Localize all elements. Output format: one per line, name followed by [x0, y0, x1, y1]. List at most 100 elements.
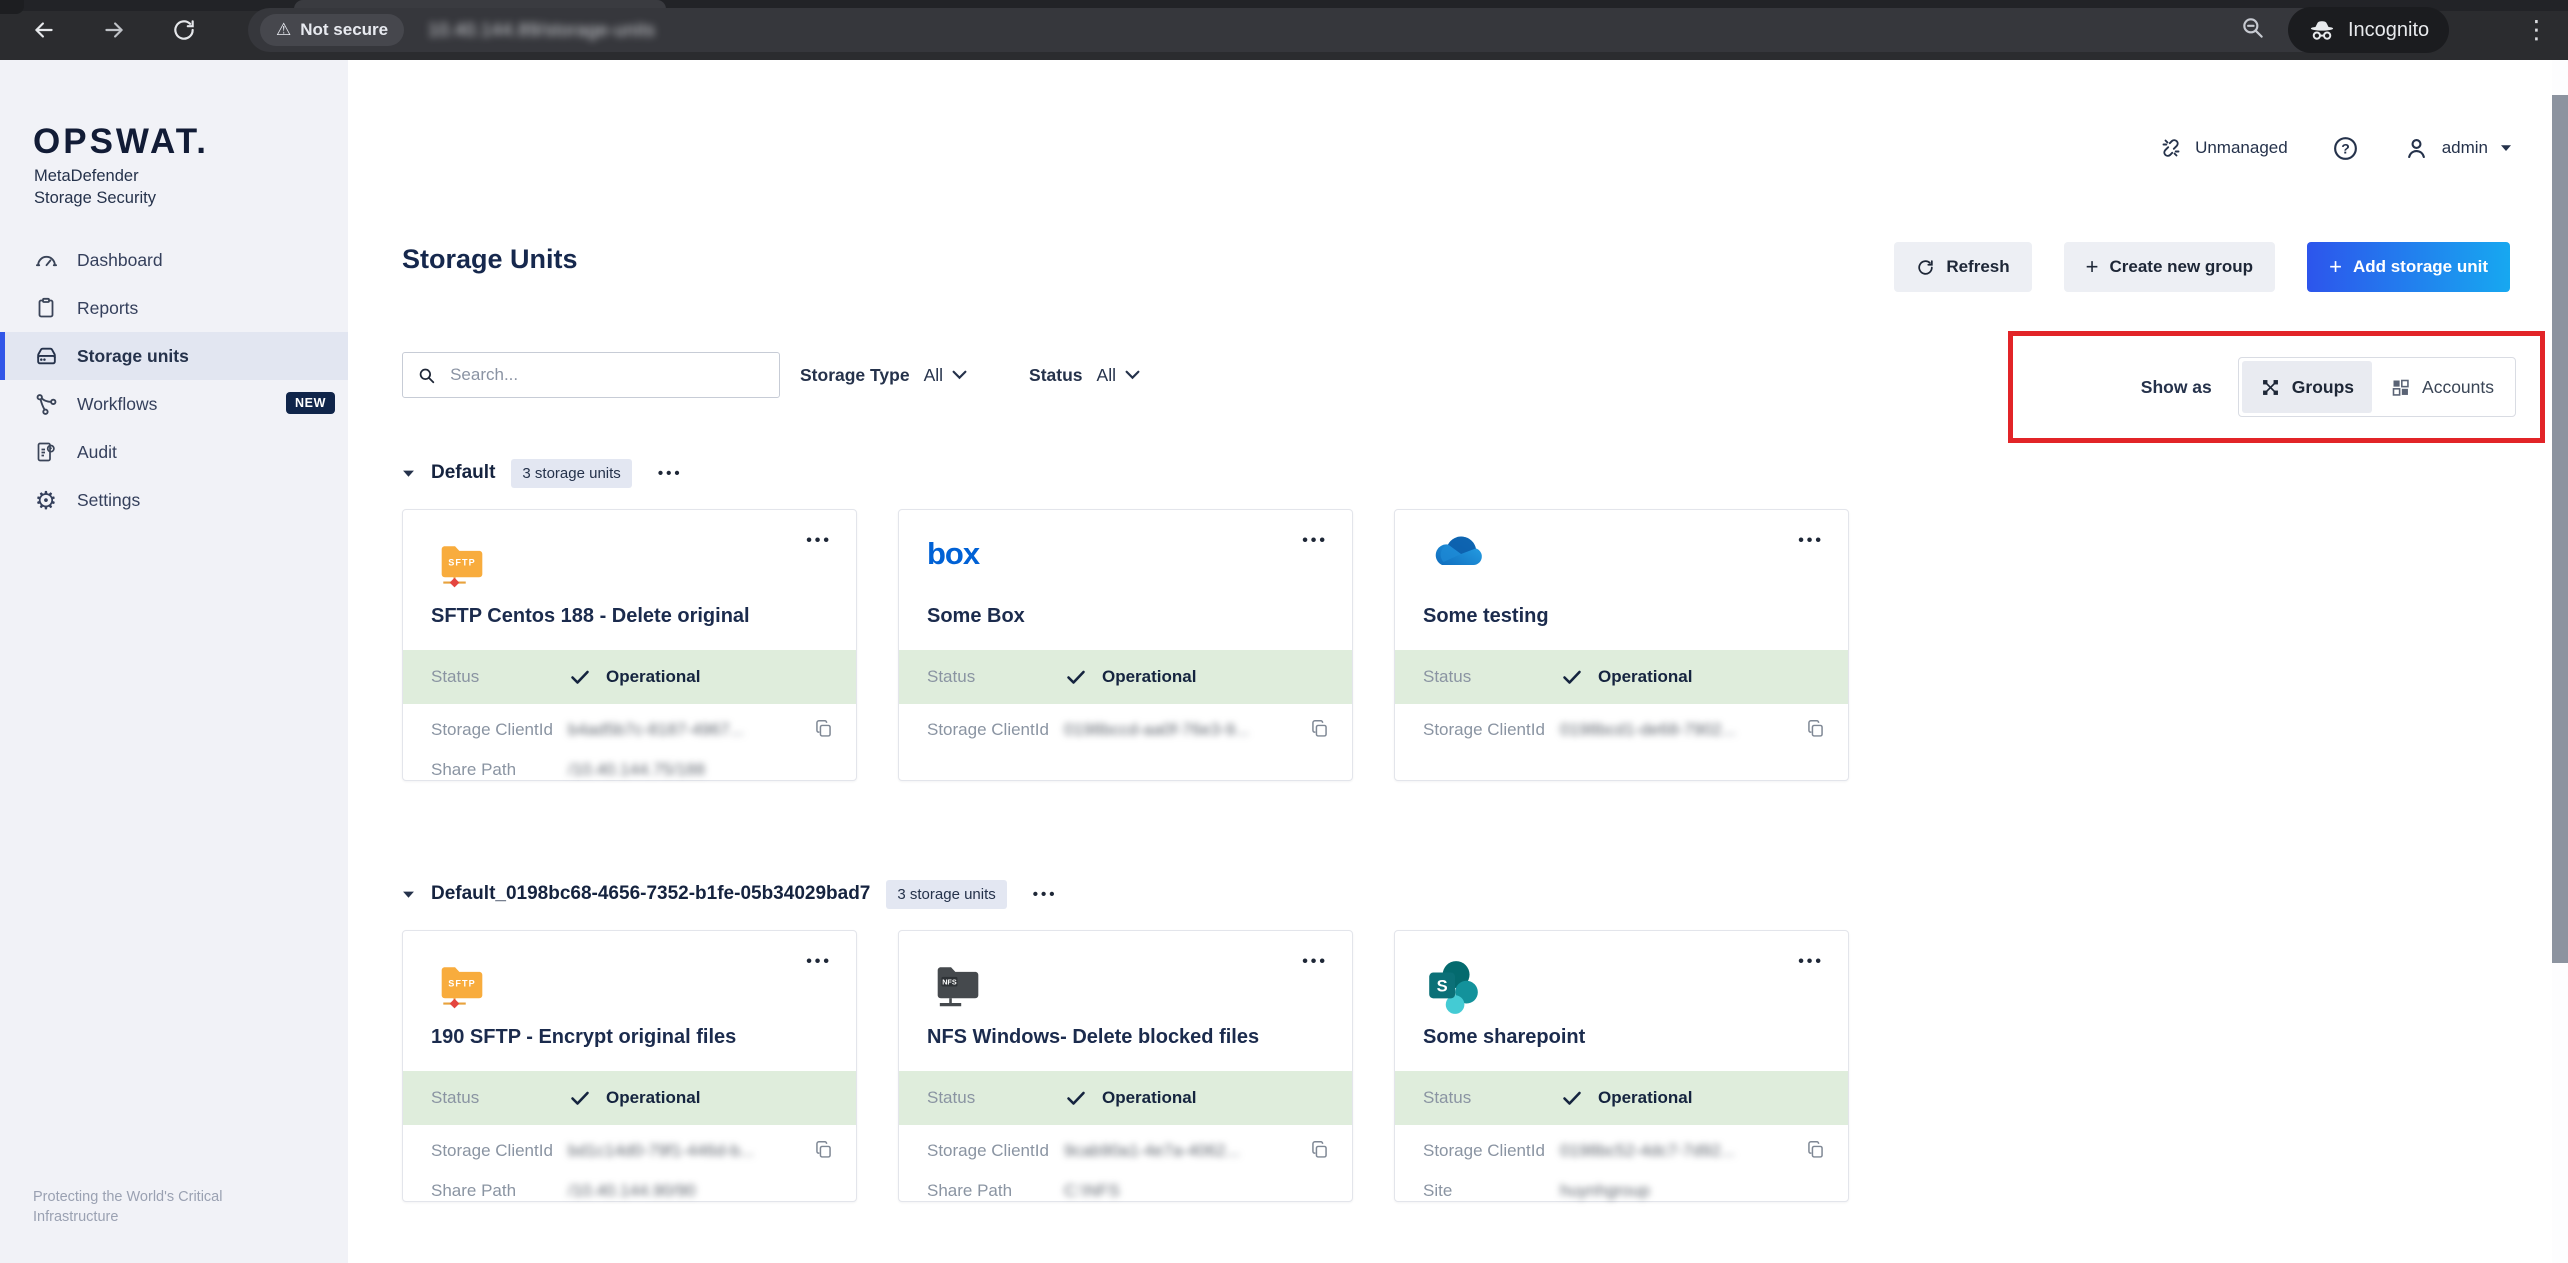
storage-unit-title: Some testing [1423, 605, 1818, 628]
storage-type-value[interactable]: All [924, 365, 943, 386]
row-label: Storage ClientId [1395, 1141, 1560, 1161]
show-as-label: Show as [2141, 377, 2212, 398]
zoom-indicator-icon[interactable] [2240, 15, 2266, 46]
copy-button[interactable] [813, 718, 834, 744]
help-button[interactable]: ? [2332, 135, 2359, 162]
forward-button[interactable] [94, 10, 134, 50]
status-label: Status [1395, 1088, 1560, 1108]
chevron-down-icon[interactable] [1125, 370, 1140, 380]
product-line2: Storage Security [34, 188, 156, 210]
card-info-row: Storage ClientId0198bccd-aa0f-76e3-9... [899, 710, 1352, 750]
status-value: Operational [1560, 1086, 1692, 1110]
group-menu-button[interactable]: ••• [1033, 886, 1058, 903]
product-name: MetaDefender Storage Security [34, 166, 156, 210]
help-icon: ? [2332, 135, 2359, 162]
browser-menu-icon[interactable]: ⋮ [2524, 11, 2549, 49]
card-info-row: Share Path/10.40.144.90/90 [403, 1171, 856, 1211]
chevron-down-icon[interactable] [952, 370, 967, 380]
svg-text:SFTP: SFTP [448, 978, 475, 988]
create-new-group-button[interactable]: + Create new group [2064, 242, 2275, 292]
card-menu-button[interactable]: ••• [1302, 953, 1328, 971]
sidebar-item-settings[interactable]: ⚙Settings [0, 476, 348, 524]
storage-type-label: Storage Type [800, 365, 910, 386]
card-menu-button[interactable]: ••• [1302, 532, 1328, 550]
card-menu-button[interactable]: ••• [1798, 953, 1824, 971]
status-value: Operational [568, 1086, 700, 1110]
warning-icon: ⚠ [276, 20, 291, 40]
refresh-button[interactable]: Refresh [1894, 242, 2031, 292]
group-name: Default_0198bc68-4656-7352-b1fe-05b34029… [431, 883, 870, 905]
sidebar-item-storage-units[interactable]: Storage units [0, 332, 348, 380]
search-input[interactable] [448, 364, 765, 386]
groups-view-label: Groups [2292, 377, 2354, 398]
card-menu-button[interactable]: ••• [806, 953, 832, 971]
incognito-spy-icon [2308, 16, 2336, 44]
card-info-row: Storage ClientIdb4ad5b7c-8187-4967... [403, 710, 856, 750]
sidebar-item-audit[interactable]: Audit [0, 428, 348, 476]
sidebar-item-label: Workflows [77, 394, 157, 415]
row-label: Storage ClientId [403, 1141, 568, 1161]
add-storage-unit-button[interactable]: + Add storage unit [2307, 242, 2510, 292]
groups-view-button[interactable]: Groups [2242, 361, 2372, 413]
storage-group: Default_0198bc68-4656-7352-b1fe-05b34029… [402, 877, 1849, 1202]
search-box[interactable] [402, 352, 780, 398]
search-icon [417, 365, 436, 386]
status-label: Status [1395, 667, 1560, 687]
not-secure-chip[interactable]: ⚠ Not secure [260, 14, 404, 46]
card-menu-button[interactable]: ••• [806, 532, 832, 550]
unmanaged-label: Unmanaged [2195, 138, 2288, 158]
user-label: admin [2442, 138, 2488, 158]
cards-row: SFTP•••SFTP Centos 188 - Delete original… [402, 509, 1849, 781]
sidebar-footer-tagline: Protecting the World's Critical Infrastr… [33, 1188, 248, 1227]
copy-button[interactable] [1309, 718, 1330, 744]
status-label: Status [899, 1088, 1064, 1108]
operational-label: Operational [606, 1088, 700, 1108]
reports-icon [33, 295, 59, 321]
row-value-redacted: 0198bccd-aa0f-76e3-9... [1064, 720, 1249, 740]
sidebar-item-workflows[interactable]: WorkflowsNEW [0, 380, 348, 428]
sidebar-item-dashboard[interactable]: Dashboard [0, 236, 348, 284]
forward-icon [101, 17, 127, 43]
copy-button[interactable] [1309, 1139, 1330, 1165]
status-row: Status Operational [899, 1071, 1352, 1125]
storage-unit-title: Some Box [927, 605, 1322, 628]
reload-button[interactable] [164, 10, 204, 50]
sftp-icon: SFTP [431, 530, 493, 602]
storage-unit-card: box•••Some BoxStatusOperationalStorage C… [898, 509, 1353, 781]
scrollbar-thumb[interactable] [2552, 95, 2568, 963]
sidebar-item-reports[interactable]: Reports [0, 284, 348, 332]
user-menu[interactable]: admin [2403, 135, 2512, 162]
status-filter-label: Status [1029, 365, 1082, 386]
row-label: Storage ClientId [1395, 720, 1560, 740]
page-scrollbar[interactable] [2552, 60, 2568, 1263]
back-icon [31, 17, 57, 43]
card-info-row: Share PathC:\NFS [899, 1171, 1352, 1211]
copy-button[interactable] [1805, 1139, 1826, 1165]
view-toggle: Groups Accounts [2238, 357, 2516, 417]
storage-unit-title: Some sharepoint [1423, 1026, 1818, 1049]
copy-button[interactable] [813, 1139, 834, 1165]
storage-group: Default3 storage units•••SFTP•••SFTP Cen… [402, 456, 1849, 781]
status-filter-value[interactable]: All [1097, 365, 1116, 386]
product-line1: MetaDefender [34, 166, 156, 188]
browser-toolbar: ⚠ Not secure 10.40.144.89/storage-units … [0, 0, 2568, 60]
collapse-caret-icon[interactable] [402, 890, 415, 899]
cards-row: SFTP•••190 SFTP - Encrypt original files… [402, 930, 1849, 1202]
accounts-view-icon [2390, 377, 2411, 398]
svg-text:?: ? [2341, 140, 2350, 156]
workflows-icon [33, 391, 59, 417]
card-info-row: Storage ClientId9cab90a1-4e7a-4062... [899, 1131, 1352, 1171]
collapse-caret-icon[interactable] [402, 469, 415, 478]
unmanaged-status[interactable]: Unmanaged [2159, 136, 2288, 160]
status-row: StatusOperational [403, 650, 856, 704]
back-button[interactable] [24, 10, 64, 50]
status-value: Operational [1064, 665, 1196, 689]
operational-label: Operational [1102, 1088, 1196, 1108]
copy-button[interactable] [1805, 718, 1826, 744]
group-header: Default_0198bc68-4656-7352-b1fe-05b34029… [402, 877, 1849, 911]
operational-label: Operational [1598, 667, 1692, 687]
card-menu-button[interactable]: ••• [1798, 532, 1824, 550]
group-menu-button[interactable]: ••• [658, 465, 683, 482]
address-bar[interactable]: ⚠ Not secure 10.40.144.89/storage-units … [248, 8, 2348, 52]
accounts-view-button[interactable]: Accounts [2372, 361, 2512, 413]
